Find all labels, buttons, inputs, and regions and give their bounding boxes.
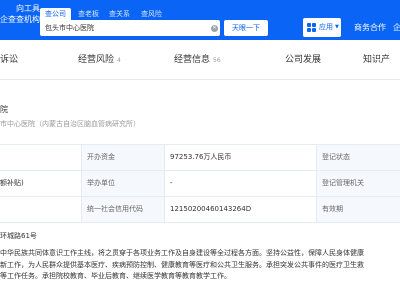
value-credit-code[interactable]: 12150200460143264D: [164, 197, 316, 222]
tab-operating-info[interactable]: 经营信息 56: [174, 53, 221, 68]
label-sponsor: 举办单位: [81, 171, 164, 196]
search-tab-boss[interactable]: 查老板: [73, 8, 104, 20]
table-row: 开办资金 97253.76万人民币 登记状态: [0, 145, 400, 171]
business-cooperation-link[interactable]: 商务合作: [354, 18, 386, 37]
label-registration-authority: 登记管理机关: [316, 171, 400, 196]
tab-label: 经营信息: [174, 55, 211, 65]
scope-line: 等工作任务。承担院校教育、毕业后教育、继续医学教育等教育教学工作。: [0, 272, 231, 280]
label-credit-code: 统一社会信用代码: [81, 197, 164, 222]
search-tab-relation[interactable]: 查关系: [104, 8, 135, 20]
enterprise-link[interactable]: 企: [393, 18, 400, 37]
tab-label: 知识产: [363, 55, 391, 65]
label-registration-status: 登记状态: [316, 145, 400, 170]
scope-line: 中华民族共同体意识工作主线，将之贯穿于各项业务工作及自身建设等全过程各方面。坚持…: [0, 249, 364, 257]
clear-icon[interactable]: ✕: [211, 25, 218, 32]
apps-grid-icon: [307, 23, 316, 32]
tab-label: 诉讼: [0, 55, 19, 65]
info-table: 开办资金 97253.76万人民币 登记状态 额补贴) 举办单位 - 登记管理机…: [0, 144, 400, 223]
table-cell: [0, 145, 81, 170]
search-box: [40, 20, 220, 36]
business-scope: 中华民族共同体意识工作主线，将之贯穿于各项业务工作及自身建设等全过程各方面。坚持…: [0, 248, 400, 283]
tab-operating-risk[interactable]: 经营风险 4: [78, 53, 121, 68]
tab-count: 4: [117, 57, 121, 64]
tab-label: 公司发展: [285, 55, 322, 65]
label-validity: 有效期: [316, 197, 400, 222]
chevron-down-icon: ▼: [335, 24, 339, 30]
search-button[interactable]: 天眼一下: [224, 20, 268, 36]
search-tab-company[interactable]: 查公司: [40, 8, 71, 20]
tab-company-development[interactable]: 公司发展: [285, 53, 321, 67]
top-header: 向工具 企查查机构 查公司 查老板 查关系 查风险 ✕ 天眼一下 应用 ▼ 商务…: [0, 0, 400, 40]
value-capital: 97253.76万人民币: [164, 145, 316, 170]
tab-litigation[interactable]: 诉讼: [0, 53, 18, 67]
search-input[interactable]: [45, 20, 205, 36]
tab-label: 经营风险: [78, 55, 115, 65]
label-capital: 开办资金: [81, 145, 164, 170]
table-row: 统一社会信用代码 12150200460143264D 有效期: [0, 197, 400, 223]
table-cell: 额补贴): [0, 179, 24, 187]
tab-count: 56: [213, 57, 221, 64]
table-row: 额补贴) 举办单位 - 登记管理机关: [0, 171, 400, 197]
logo-line-2: 企查查机构: [0, 15, 40, 24]
apps-label: 应用: [319, 23, 333, 31]
address-text: 环城路61号: [0, 232, 37, 240]
table-cell: [0, 197, 81, 222]
tab-intellectual-property[interactable]: 知识产: [363, 53, 390, 67]
logo-line-1: 向工具: [16, 4, 40, 13]
value-sponsor: -: [164, 171, 316, 196]
search-tab-risk[interactable]: 查风险: [136, 8, 167, 20]
apps-button[interactable]: 应用 ▼: [303, 18, 341, 37]
org-name: 院: [0, 105, 8, 114]
section-tabs: 诉讼 经营风险 4 经营信息 56 公司发展 知识产: [0, 40, 400, 80]
org-former-name: 市中心医院（内蒙古自治区脑血管病研究所）: [0, 120, 140, 128]
scope-line: 新工作，为人民群众提供基本医疗、疾病预防控制、健康教育等医疗和公共卫生服务。承担…: [0, 260, 364, 269]
brand-logo[interactable]: 向工具 企查查机构: [0, 3, 40, 37]
